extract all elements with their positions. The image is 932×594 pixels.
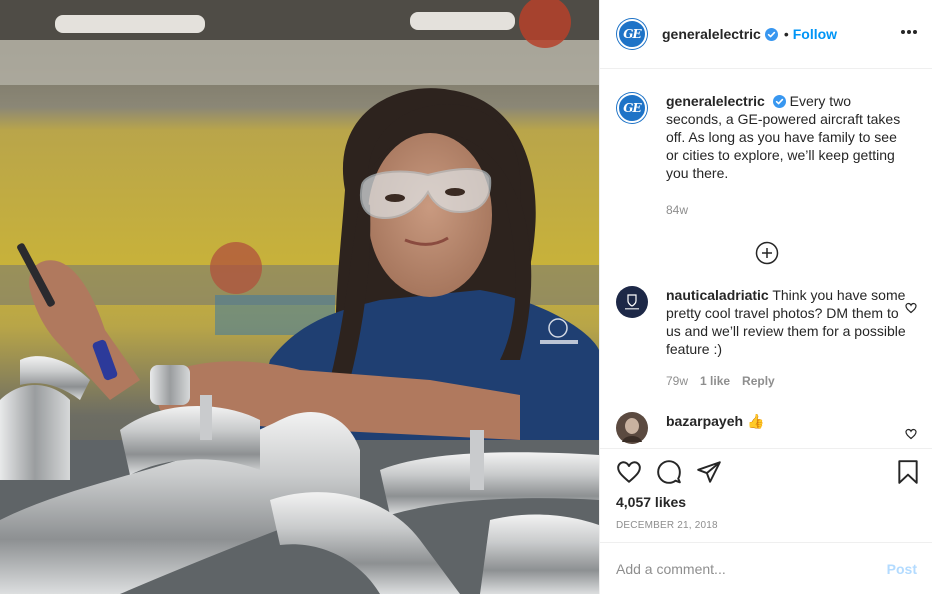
post-panel: GE generalelectric • Follow GE generalel… (599, 0, 932, 594)
more-options-icon[interactable] (901, 24, 917, 40)
caption-username[interactable]: generalelectric (666, 93, 765, 109)
comment-text: 👍 (746, 413, 765, 429)
instagram-post: GE generalelectric • Follow GE generalel… (0, 0, 932, 594)
comment-icon[interactable] (656, 459, 682, 485)
commenter-avatar[interactable] (616, 286, 648, 318)
heart-icon[interactable] (616, 459, 642, 485)
post-photo[interactable] (0, 0, 599, 594)
caption-age[interactable]: 84w (666, 201, 688, 219)
post-comment-button[interactable]: Post (887, 561, 917, 577)
post-date[interactable]: DECEMBER 21, 2018 (616, 520, 718, 531)
commenter-avatar[interactable] (616, 412, 648, 444)
comment-likes[interactable]: 1 like (700, 372, 730, 390)
comment-age[interactable]: 79w (666, 372, 688, 390)
plus-circle-icon[interactable] (755, 241, 779, 265)
more-dot (907, 30, 911, 34)
caption-row: GE generalelectric Every two seconds, a … (616, 92, 917, 219)
comments-list[interactable]: GE generalelectric Every two seconds, a … (600, 70, 932, 448)
caption-meta: 84w (666, 201, 906, 219)
comment-like-heart-icon[interactable] (905, 428, 917, 440)
header-separator: • (783, 26, 789, 42)
follow-button[interactable]: Follow (793, 26, 837, 42)
more-dot (913, 30, 917, 34)
action-icons (616, 459, 919, 487)
load-more-comments[interactable] (616, 241, 917, 265)
verified-badge-icon (764, 27, 778, 41)
comment-username[interactable]: nauticaladriatic (666, 287, 769, 303)
comment-username[interactable]: bazarpayeh (666, 413, 743, 429)
post-actions: 4,057 likes DECEMBER 21, 2018 Post (600, 448, 932, 594)
likes-count[interactable]: 4,057 likes (616, 494, 686, 510)
post-header: GE generalelectric • Follow (600, 0, 932, 69)
more-dot (901, 30, 905, 34)
comment-like-heart-icon[interactable] (905, 302, 917, 314)
caption-avatar[interactable]: GE (616, 92, 648, 124)
comment-row: bazarpayeh 👍 (616, 412, 917, 444)
photo-illustration (0, 0, 599, 594)
add-comment-input[interactable] (616, 561, 887, 577)
paper-plane-icon[interactable] (696, 459, 722, 485)
comment-body: nauticaladriatic Think you have some pre… (666, 286, 906, 390)
bazarpayeh-avatar-icon (616, 412, 648, 444)
add-comment-bar: Post (600, 542, 932, 594)
reply-button[interactable]: Reply (742, 372, 775, 390)
nautical-avatar-icon (616, 286, 648, 318)
ge-logo: GE (617, 19, 647, 49)
comment-meta: 79w 1 like Reply (666, 372, 906, 390)
author-avatar[interactable]: GE (616, 18, 648, 50)
comment-row: nauticaladriatic Think you have some pre… (616, 286, 917, 390)
verified-badge-icon (772, 95, 786, 108)
comment-body: bazarpayeh 👍 (666, 412, 906, 444)
ge-logo: GE (617, 93, 647, 123)
caption-body: generalelectric Every two seconds, a GE-… (666, 92, 906, 219)
bookmark-icon[interactable] (895, 459, 921, 485)
author-username[interactable]: generalelectric (662, 26, 761, 42)
